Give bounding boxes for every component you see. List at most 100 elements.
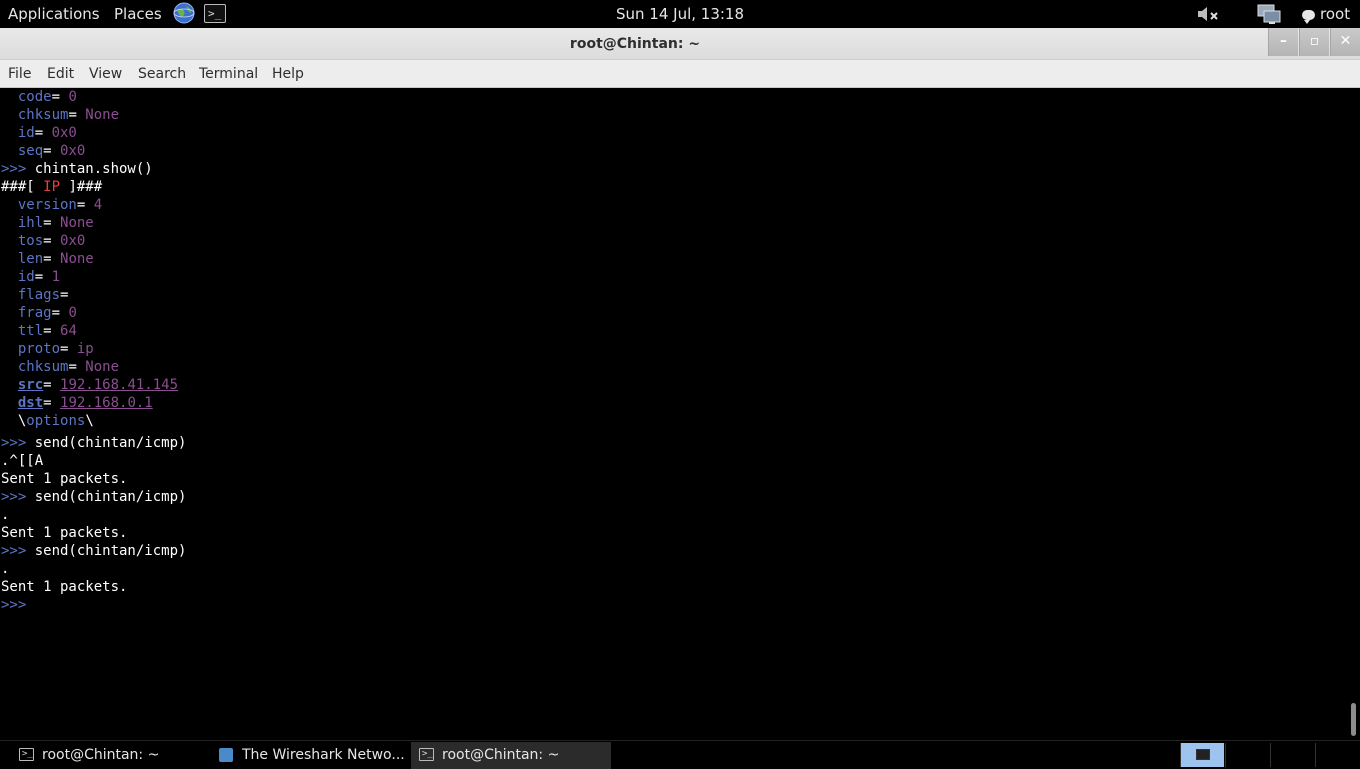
terminal-line: Sent 1 packets. <box>1 578 127 596</box>
field-sep: = <box>43 395 61 411</box>
field-value: None <box>85 107 120 123</box>
terminal-line: version= 4 <box>1 196 102 214</box>
prompt: >>> <box>1 161 35 177</box>
terminal-line: >>> send(chintan/icmp) <box>1 434 186 452</box>
menu-file[interactable]: File <box>8 60 31 88</box>
workspace-2[interactable] <box>1225 743 1269 767</box>
layer-suffix: ]### <box>60 179 103 195</box>
menu-edit[interactable]: Edit <box>47 60 74 88</box>
field-value: 0 <box>68 89 77 105</box>
window-title: root@Chintan: ~ <box>569 36 701 52</box>
terminal-line: >>> <box>1 596 35 614</box>
field-name: chksum <box>17 359 69 375</box>
field-name: ttl <box>17 323 44 339</box>
terminal-line: ###[ IP ]### <box>1 178 102 196</box>
field-value: ip <box>76 341 94 357</box>
clock[interactable]: Sun 14 Jul, 13:18 <box>0 0 1360 28</box>
terminal-line: chksum= None <box>1 358 119 376</box>
bottom-panel: >_ root@Chintan: ~ The Wireshark Netwo..… <box>0 740 1360 769</box>
taskbar-item-label: root@Chintan: ~ <box>42 747 160 763</box>
terminal-line: >>> chintan.show() <box>1 160 153 178</box>
terminal-line: .^[[A <box>1 452 43 470</box>
layer-prefix: ###[ <box>1 179 44 195</box>
field-sep: = <box>51 305 69 321</box>
menu-help[interactable]: Help <box>272 60 304 88</box>
field-name: flags <box>17 287 61 303</box>
prompt: >>> <box>1 597 35 613</box>
field-value: 0x0 <box>60 233 86 249</box>
options-open: \ <box>1 413 27 429</box>
field-sep: = <box>60 287 77 303</box>
field-value: 0x0 <box>51 125 77 141</box>
wireshark-icon <box>219 748 233 762</box>
terminal-line: len= None <box>1 250 94 268</box>
user-menu[interactable]: root <box>1302 0 1350 28</box>
taskbar-item-terminal[interactable]: >_ root@Chintan: ~ <box>19 742 209 769</box>
terminal-icon: >_ <box>19 748 34 761</box>
output-text: Sent 1 packets. <box>1 471 128 487</box>
command: send(chintan/icmp) <box>34 435 187 451</box>
close-button[interactable]: ✕ <box>1330 28 1360 56</box>
terminal-line: ihl= None <box>1 214 94 232</box>
taskbar-item-wireshark[interactable]: The Wireshark Netwo... <box>219 742 409 769</box>
terminal-line: code= 0 <box>1 88 77 106</box>
terminal-line: id= 1 <box>1 268 60 286</box>
scrollbar[interactable] <box>1348 88 1360 740</box>
options-name: options <box>26 413 86 429</box>
field-value: 0 <box>68 305 77 321</box>
menu-view[interactable]: View <box>89 60 122 88</box>
terminal-line: frag= 0 <box>1 304 77 322</box>
command: send(chintan/icmp) <box>34 489 187 505</box>
menu-terminal[interactable]: Terminal <box>199 60 258 88</box>
top-panel: Applications Places >_ Sun 14 Jul, 13:18… <box>0 0 1360 28</box>
terminal-line: Sent 1 packets. <box>1 524 127 542</box>
field-name: ihl <box>17 215 44 231</box>
menubar: File Edit View Search Terminal Help <box>0 60 1360 88</box>
field-name: id <box>17 125 35 141</box>
field-value: 1 <box>51 269 61 285</box>
terminal-line: >>> send(chintan/icmp) <box>1 542 186 560</box>
user-name: root <box>1320 5 1351 23</box>
command: send(chintan/icmp) <box>34 543 187 559</box>
maximize-button[interactable]: ▫ <box>1299 28 1329 56</box>
terminal-output[interactable]: code= 0 chksum= None id= 0x0 seq= 0x0 >>>… <box>0 88 1348 740</box>
output-text: .^[[A <box>1 453 44 469</box>
terminal-line: src= 192.168.41.145 <box>1 376 178 394</box>
terminal-line: . <box>1 560 9 578</box>
network-icon[interactable] <box>1257 3 1281 25</box>
workspace-1[interactable] <box>1180 743 1224 767</box>
taskbar-item-terminal-active[interactable]: >_ root@Chintan: ~ <box>411 742 611 769</box>
prompt: >>> <box>1 435 35 451</box>
menu-search[interactable]: Search <box>138 60 186 88</box>
field-sep: = <box>68 107 86 123</box>
field-sep: = <box>60 341 77 357</box>
output-text: Sent 1 packets. <box>1 579 128 595</box>
minimize-button[interactable]: – <box>1268 28 1298 56</box>
field-sep: = <box>51 89 69 105</box>
output-text: . <box>1 561 10 577</box>
field-sep: = <box>68 359 86 375</box>
window-thumbnail <box>1196 749 1210 760</box>
field-name: code <box>17 89 52 105</box>
field-sep: = <box>43 143 61 159</box>
terminal-line: tos= 0x0 <box>1 232 85 250</box>
scrollbar-thumb[interactable] <box>1351 703 1356 736</box>
workspace-3[interactable] <box>1270 743 1314 767</box>
volume-muted-icon[interactable] <box>1196 4 1220 24</box>
taskbar-item-label: The Wireshark Netwo... <box>242 747 405 763</box>
workspace-4[interactable] <box>1315 743 1359 767</box>
window-titlebar[interactable]: root@Chintan: ~ – ▫ ✕ <box>0 28 1360 60</box>
terminal-line: chksum= None <box>1 106 119 124</box>
terminal-line: flags= <box>1 286 77 304</box>
terminal-line: dst= 192.168.0.1 <box>1 394 153 412</box>
output-text: Sent 1 packets. <box>1 525 128 541</box>
terminal-line: . <box>1 506 9 524</box>
